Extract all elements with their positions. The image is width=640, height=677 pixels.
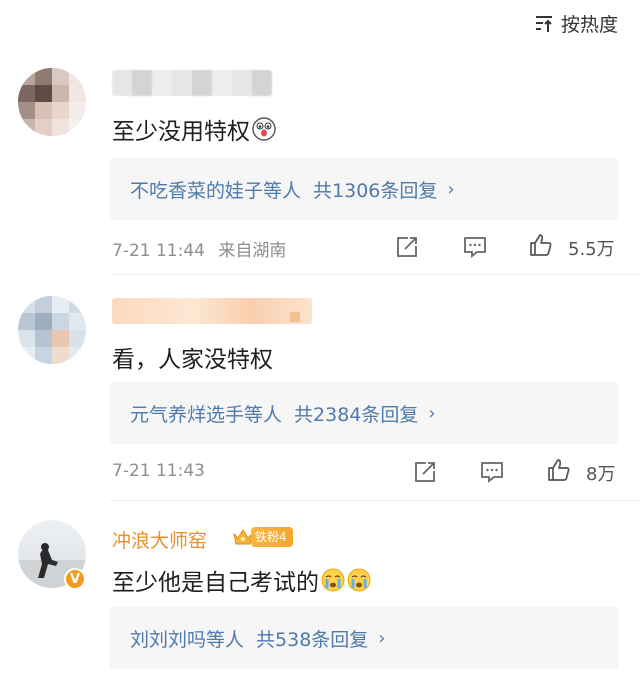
reply-summary: 元气养烊选手等人 — [130, 403, 283, 426]
username[interactable]: 冲浪大师窑 — [112, 526, 207, 553]
thumbs-up-icon[interactable] — [546, 457, 572, 483]
username-redacted[interactable] — [112, 70, 272, 96]
avatar[interactable] — [18, 68, 86, 136]
reply-count: 共538条回复 — [256, 628, 369, 651]
shocked-emoji-icon — [252, 117, 276, 141]
chevron-right-icon: › — [428, 402, 436, 424]
chevron-right-icon: › — [378, 627, 386, 649]
crying-emoji-icon — [347, 568, 371, 592]
comment-text: 至少他是自己考试的 — [112, 563, 371, 597]
reply-count: 共2384条回复 — [294, 403, 419, 426]
comment-text: 至少没用特权 — [112, 112, 276, 146]
divider — [110, 274, 640, 275]
sort-by-hot-button[interactable]: 按热度 — [533, 8, 618, 38]
avatar[interactable] — [18, 296, 86, 364]
crying-emoji-icon — [321, 568, 345, 592]
replies-link[interactable]: 不吃香菜的娃子等人 共1306条回复 › — [110, 158, 618, 220]
sort-label: 按热度 — [560, 13, 618, 36]
fan-level: 铁粉4 — [251, 527, 293, 547]
reply-summary: 刘刘刘吗等人 — [130, 628, 245, 651]
replies-link[interactable]: 刘刘刘吗等人 共538条回复 › — [110, 607, 618, 669]
comment-icon[interactable] — [479, 459, 505, 485]
comment-text-content: 至少他是自己考试的 — [112, 570, 319, 596]
username-redacted[interactable] — [112, 298, 312, 324]
thumbs-up-icon[interactable] — [528, 232, 554, 258]
verified-badge-icon: V — [64, 568, 86, 590]
comment-time: 7-21 11:44 — [112, 241, 205, 261]
comment-time: 7-21 11:43 — [112, 461, 205, 481]
sort-icon — [535, 16, 552, 32]
fan-badge[interactable]: 铁粉4 — [232, 526, 293, 548]
comment-meta: 7-21 11:44 来自湖南 — [112, 236, 286, 261]
like-count: 8万 — [586, 464, 616, 485]
comment-location: 来自湖南 — [218, 241, 287, 261]
verified-mark: V — [69, 571, 81, 587]
share-icon[interactable] — [412, 459, 438, 485]
divider — [110, 500, 640, 501]
reply-count: 共1306条回复 — [313, 179, 438, 202]
comment-icon[interactable] — [462, 234, 488, 260]
chevron-right-icon: › — [447, 178, 455, 200]
fan-badge-redacted — [290, 312, 300, 322]
comment-text: 看，人家没特权 — [112, 340, 273, 374]
comment-text-content: 至少没用特权 — [112, 119, 250, 145]
like-count: 5.5万 — [568, 239, 615, 260]
reply-summary: 不吃香菜的娃子等人 — [130, 179, 302, 202]
share-icon[interactable] — [394, 234, 420, 260]
replies-link[interactable]: 元气养烊选手等人 共2384条回复 › — [110, 382, 618, 444]
comment-text-content: 看，人家没特权 — [112, 347, 273, 373]
comment-meta: 7-21 11:43 — [112, 461, 205, 481]
